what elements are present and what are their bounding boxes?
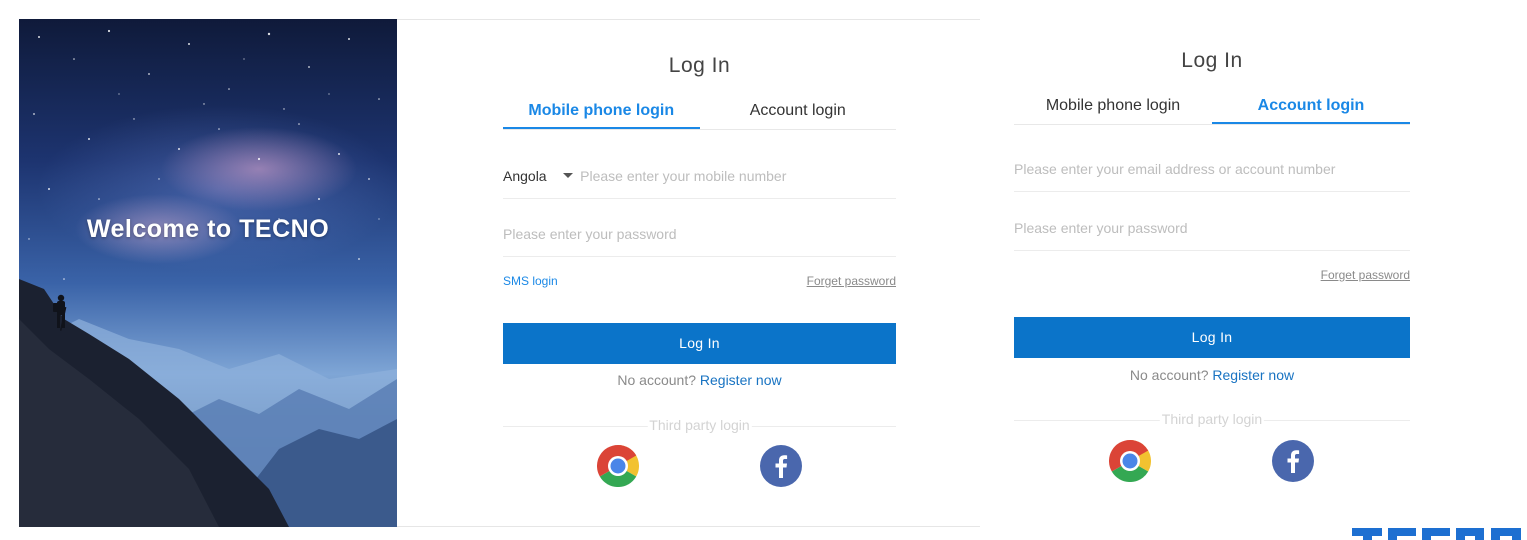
account-login-card: Log In Mobile phone login Account login … (980, 0, 1527, 540)
password-input[interactable] (503, 225, 896, 242)
login-title: Log In (668, 54, 731, 77)
mobile-login-card: Log In Mobile phone login Account login … (397, 19, 980, 527)
email-account-input[interactable] (1014, 160, 1410, 177)
password-row (503, 211, 896, 257)
sms-login-link[interactable]: SMS login (503, 274, 558, 288)
register-prompt: No account? Register now (503, 372, 896, 388)
chrome-icon (1108, 440, 1152, 483)
register-now-link[interactable]: Register now (700, 372, 782, 388)
login-tabs: Mobile phone login Account login (1014, 89, 1410, 125)
facebook-login-button[interactable] (760, 445, 802, 487)
welcome-heading: Welcome to TECNO (86, 215, 330, 243)
no-account-text: No account? (617, 372, 696, 388)
chrome-login-button[interactable] (1108, 440, 1152, 483)
tecno-logo (1352, 522, 1527, 540)
facebook-login-button[interactable] (1272, 440, 1314, 482)
register-now-link[interactable]: Register now (1212, 367, 1294, 383)
chrome-icon (596, 445, 640, 488)
forget-password-link[interactable]: Forget password (1321, 268, 1410, 282)
login-title: Log In (1181, 49, 1243, 72)
mobile-number-input[interactable] (580, 167, 896, 184)
country-select[interactable]: Angola (503, 168, 580, 184)
country-label: Angola (503, 167, 547, 184)
password-input[interactable] (1014, 219, 1410, 236)
login-button[interactable]: Log In (1014, 317, 1410, 358)
facebook-icon (775, 455, 788, 478)
email-row (1014, 146, 1410, 192)
tab-mobile-phone-login[interactable]: Mobile phone login (1014, 89, 1212, 124)
register-prompt: No account? Register now (1014, 367, 1410, 383)
login-tabs: Mobile phone login Account login (503, 94, 896, 130)
tab-mobile-phone-login[interactable]: Mobile phone login (503, 94, 700, 129)
night-sky-illustration (19, 29, 397, 527)
third-party-label: Third party login (647, 417, 752, 433)
forget-password-link[interactable]: Forget password (807, 274, 896, 288)
facebook-icon (1287, 450, 1300, 473)
tecno-logo-mark (1352, 528, 1521, 540)
third-party-divider: Third party login (1014, 410, 1410, 430)
no-account-text: No account? (1129, 367, 1209, 383)
login-button[interactable]: Log In (503, 323, 896, 364)
chrome-login-button[interactable] (596, 445, 640, 488)
tab-account-login[interactable]: Account login (1212, 89, 1410, 124)
third-party-divider: Third party login (503, 416, 896, 436)
tab-account-login[interactable]: Account login (700, 94, 897, 129)
password-row (1014, 205, 1410, 251)
caret-down-icon (562, 173, 573, 178)
third-party-label: Third party login (1159, 411, 1265, 427)
hero-image-panel: Welcome to TECNO (19, 19, 397, 527)
mobile-number-row: Angola (503, 153, 896, 199)
